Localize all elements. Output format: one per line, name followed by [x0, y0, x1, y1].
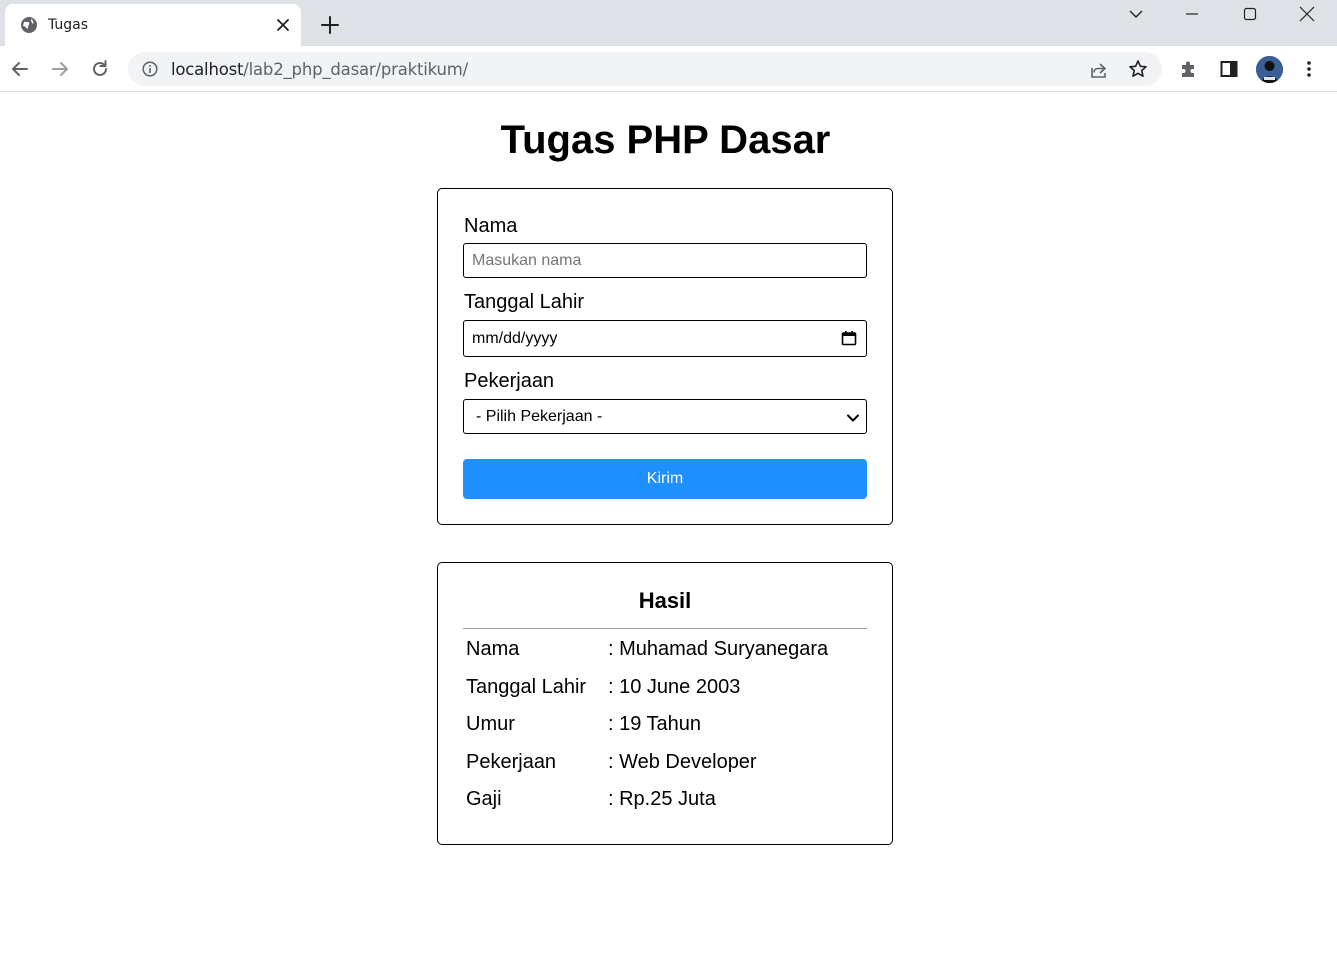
nama-input[interactable]: Masukan nama — [463, 243, 867, 278]
close-window-button[interactable] — [1284, 0, 1330, 28]
minimize-button[interactable] — [1169, 0, 1215, 28]
result-value: : Rp.25 Juta — [608, 788, 716, 810]
maximize-button[interactable] — [1227, 0, 1273, 28]
result-row: Umur : 19 Tahun — [466, 713, 866, 739]
tanggal-lahir-input[interactable]: mm/dd/yyyy — [463, 320, 867, 357]
result-card: Hasil Nama : Muhamad Suryanegara Tanggal… — [437, 562, 893, 845]
nama-placeholder: Masukan nama — [472, 251, 582, 269]
reload-icon — [93, 60, 107, 76]
maximize-icon — [1243, 7, 1257, 21]
url-text: localhost/lab2_php_dasar/praktikum/ — [171, 60, 468, 79]
address-bar[interactable]: localhost/lab2_php_dasar/praktikum/ — [128, 52, 1162, 86]
url-path: /lab2_php_dasar/praktikum/ — [243, 60, 468, 79]
puzzle-icon — [1182, 61, 1194, 77]
globe-icon — [21, 17, 37, 33]
result-key: Umur — [466, 713, 515, 735]
arrow-left-icon — [12, 62, 28, 76]
side-panel-button[interactable] — [1218, 58, 1240, 80]
pekerjaan-selected-value: - Pilih Pekerjaan - — [476, 407, 603, 425]
star-icon[interactable] — [1128, 59, 1148, 79]
kebab-menu-icon — [1307, 61, 1311, 77]
url-host: localhost — [171, 60, 244, 79]
arrow-right-icon — [52, 62, 68, 76]
minimize-icon — [1186, 13, 1198, 15]
kirim-button[interactable]: Kirim — [463, 459, 867, 499]
browser-toolbar: localhost/lab2_php_dasar/praktikum/ — [0, 46, 1337, 92]
result-value: : Web Developer — [608, 751, 757, 773]
back-button[interactable] — [9, 58, 31, 80]
chevron-down-icon — [1129, 10, 1143, 18]
tab-search-button[interactable] — [1113, 0, 1159, 28]
info-icon[interactable] — [142, 61, 158, 77]
share-icon[interactable] — [1089, 60, 1109, 80]
menu-button[interactable] — [1298, 58, 1320, 80]
date-format-text: mm/dd/yyyy — [472, 329, 558, 347]
result-value: : 10 June 2003 — [608, 676, 741, 698]
browser-tab-strip: Tugas — [0, 0, 1337, 46]
pekerjaan-select[interactable]: - Pilih Pekerjaan - — [463, 399, 867, 434]
result-row: Tanggal Lahir : 10 June 2003 — [466, 676, 866, 702]
browser-tab[interactable]: Tugas — [5, 4, 301, 46]
reload-button[interactable] — [89, 58, 111, 80]
plus-icon[interactable] — [320, 15, 340, 35]
result-value: : 19 Tahun — [608, 713, 702, 735]
page-content: Tugas PHP Dasar Nama Masukan nama Tangga… — [0, 93, 1337, 969]
close-icon[interactable] — [275, 17, 291, 33]
page-title: Tugas PHP Dasar — [500, 118, 831, 162]
tanggal-lahir-label: Tanggal Lahir — [464, 291, 585, 313]
forward-button[interactable] — [49, 58, 71, 80]
avatar[interactable] — [1256, 56, 1283, 83]
result-divider — [463, 628, 867, 629]
result-title: Hasil — [638, 588, 692, 613]
result-value: : Muhamad Suryanegara — [608, 638, 829, 660]
result-key: Nama — [466, 638, 520, 660]
result-key: Pekerjaan — [466, 751, 557, 773]
tab-title: Tugas — [48, 17, 89, 33]
side-panel-icon — [1220, 61, 1238, 77]
result-key: Gaji — [466, 788, 502, 810]
result-row: Gaji : Rp.25 Juta — [466, 788, 866, 814]
profile-picture — [1256, 56, 1283, 83]
result-key: Tanggal Lahir — [466, 676, 587, 698]
close-icon — [1299, 6, 1315, 22]
result-row: Pekerjaan : Web Developer — [466, 751, 866, 777]
form-card: Nama Masukan nama Tanggal Lahir mm/dd/yy… — [437, 188, 893, 525]
calendar-icon[interactable] — [841, 330, 857, 346]
chevron-down-icon — [847, 414, 859, 422]
nama-label: Nama — [464, 215, 518, 237]
pekerjaan-label: Pekerjaan — [464, 370, 555, 392]
result-row: Nama : Muhamad Suryanegara — [466, 638, 866, 664]
extensions-button[interactable] — [1178, 58, 1200, 80]
